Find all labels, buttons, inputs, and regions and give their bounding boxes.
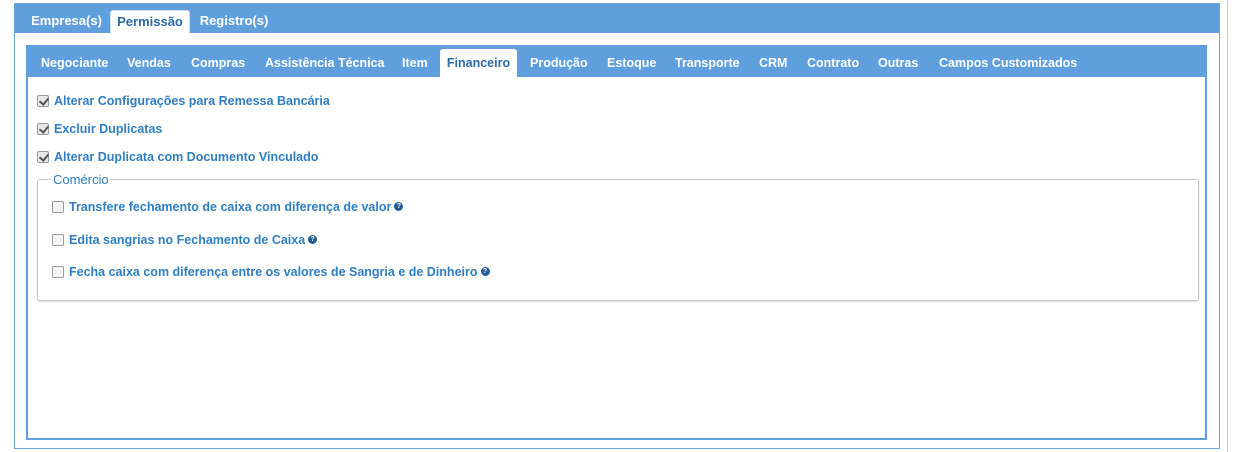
permission-row: Alterar Configurações para Remessa Bancá… (37, 92, 330, 110)
outer-tab-bar: Empresa(s) Permissão Registro(s) (15, 4, 1219, 33)
checkbox-edita-sangrias[interactable] (52, 233, 64, 246)
inner-tab-bar: Negociante Vendas Compras Assistência Té… (28, 47, 1205, 77)
question-circle-icon[interactable]: ? (394, 202, 404, 212)
question-circle-icon[interactable]: ? (480, 267, 490, 277)
tab-vendas[interactable]: Vendas (127, 49, 171, 77)
checkbox-alterar-configuracoes-remessa[interactable] (37, 94, 49, 107)
tab-compras[interactable]: Compras (191, 49, 245, 77)
permission-label[interactable]: Alterar Configurações para Remessa Bancá… (54, 94, 330, 108)
permission-row: Excluir Duplicatas (37, 120, 162, 138)
comercio-label[interactable]: Edita sangrias no Fechamento de Caixa (69, 233, 305, 247)
scrollbar-track[interactable] (1227, 0, 1228, 452)
tab-contrato[interactable]: Contrato (807, 49, 859, 77)
tab-outras[interactable]: Outras (878, 49, 918, 77)
tab-crm[interactable]: CRM (759, 49, 787, 77)
checkbox-fecha-caixa-diferenca[interactable] (52, 265, 64, 278)
tab-assistencia-tecnica[interactable]: Assistência Técnica (265, 49, 385, 77)
tab-item[interactable]: Item (402, 49, 428, 77)
tab-negociante[interactable]: Negociante (41, 49, 108, 77)
comercio-fieldset: Comércio Transfere fechamento de caixa c… (37, 172, 1199, 301)
tab-registros[interactable]: Registro(s) (193, 10, 275, 33)
checkbox-alterar-duplicata-documento-vinculado[interactable] (37, 150, 49, 163)
tab-financeiro[interactable]: Financeiro (440, 49, 517, 77)
comercio-row: Fecha caixa com diferença entre os valor… (52, 263, 490, 281)
comercio-row: Transfere fechamento de caixa com difere… (52, 198, 404, 216)
checkbox-excluir-duplicatas[interactable] (37, 122, 49, 135)
permission-panel: Empresa(s) Permissão Registro(s) Negocia… (14, 3, 1220, 449)
tab-transporte[interactable]: Transporte (675, 49, 740, 77)
permission-row: Alterar Duplicata com Documento Vinculad… (37, 148, 318, 166)
comercio-label[interactable]: Fecha caixa com diferença entre os valor… (69, 265, 478, 279)
tab-permissao[interactable]: Permissão (110, 10, 190, 33)
tab-estoque[interactable]: Estoque (607, 49, 656, 77)
permission-label[interactable]: Alterar Duplicata com Documento Vinculad… (54, 150, 318, 164)
permission-label[interactable]: Excluir Duplicatas (54, 122, 162, 136)
comercio-label[interactable]: Transfere fechamento de caixa com difere… (69, 200, 391, 214)
permission-content-panel: Negociante Vendas Compras Assistência Té… (26, 45, 1207, 440)
question-circle-icon[interactable]: ? (308, 235, 318, 245)
comercio-legend: Comércio (51, 172, 111, 188)
tab-empresas[interactable]: Empresa(s) (26, 10, 107, 33)
checkbox-transfere-fechamento-caixa[interactable] (52, 200, 64, 213)
tab-producao[interactable]: Produção (530, 49, 588, 77)
tab-campos-customizados[interactable]: Campos Customizados (939, 49, 1077, 77)
comercio-row: Edita sangrias no Fechamento de Caixa? (52, 231, 318, 249)
